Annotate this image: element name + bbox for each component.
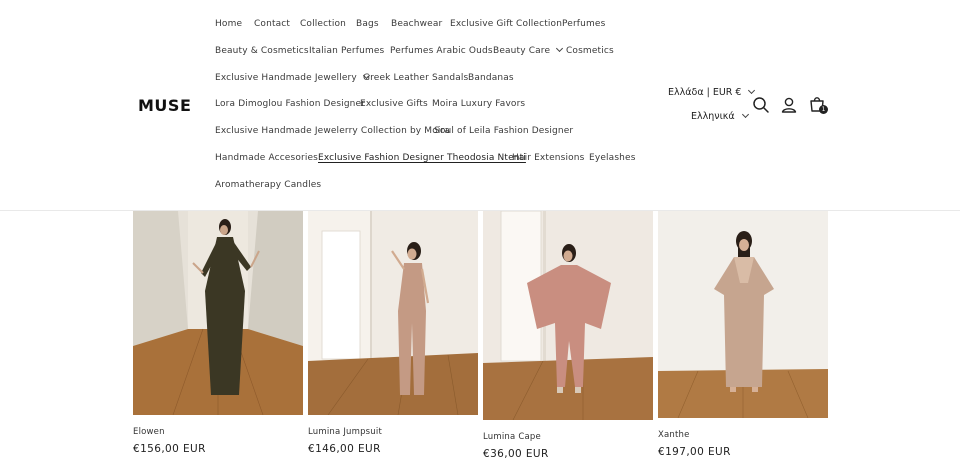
nav-item-home[interactable]: Home bbox=[215, 17, 242, 31]
nav-item-contact[interactable]: Contact bbox=[254, 17, 290, 31]
search-icon bbox=[753, 97, 769, 113]
nav-item-collection[interactable]: Collection bbox=[300, 17, 346, 31]
nav-item-aromatherapy-candles[interactable]: Aromatherapy Candles bbox=[215, 178, 321, 192]
product-title[interactable]: Elowen bbox=[133, 427, 165, 437]
nav-item-perfumes[interactable]: Perfumes bbox=[562, 17, 605, 31]
language-label: Ελληνικά bbox=[691, 111, 735, 122]
product-title[interactable]: Lumina Cape bbox=[483, 432, 541, 442]
chevron-down-icon bbox=[556, 44, 564, 53]
nav-item-exclusive-jewelerry-moira[interactable]: Exclusive Handmade Jewelerry Collection … bbox=[215, 124, 450, 138]
brand-logo[interactable]: MUSE bbox=[138, 96, 191, 115]
nav-item-bags[interactable]: Bags bbox=[356, 17, 379, 31]
cart-button[interactable]: 1 bbox=[807, 94, 828, 114]
nav-item-exclusive-handmade-jewellery[interactable]: Exclusive Handmade Jewellery bbox=[215, 71, 370, 85]
nav-item-hair-extensions[interactable]: Hair Extensions bbox=[512, 151, 584, 165]
nav-item-exclusive-handmade-jewellery-label: Exclusive Handmade Jewellery bbox=[215, 73, 357, 83]
language-selector[interactable]: Ελληνικά bbox=[691, 110, 749, 124]
product-image[interactable] bbox=[133, 211, 303, 415]
nav-item-cosmetics[interactable]: Cosmetics bbox=[566, 44, 614, 58]
nav-item-exclusive-gifts[interactable]: Exclusive Gifts bbox=[360, 97, 428, 111]
product-price: €36,00 EUR bbox=[483, 448, 549, 458]
product-image[interactable] bbox=[308, 211, 478, 415]
country-currency-label: Ελλάδα | EUR € bbox=[668, 87, 742, 98]
nav-item-beauty-care[interactable]: Beauty Care bbox=[493, 44, 564, 58]
nav-item-beauty-care-label: Beauty Care bbox=[493, 46, 551, 56]
product-image[interactable] bbox=[483, 211, 653, 420]
account-icon bbox=[781, 97, 797, 113]
search-button[interactable] bbox=[751, 95, 771, 115]
nav-item-perfumes-arabic-ouds[interactable]: Perfumes Arabic Ouds bbox=[390, 44, 493, 58]
product-title[interactable]: Xanthe bbox=[658, 430, 690, 440]
nav-item-beachwear[interactable]: Beachwear bbox=[391, 17, 442, 31]
nav-item-italian-perfumes[interactable]: Italian Perfumes bbox=[309, 44, 384, 58]
product-price: €197,00 EUR bbox=[658, 446, 731, 458]
nav-item-greek-leather-sandals[interactable]: Greek Leather Sandals bbox=[363, 71, 468, 85]
nav-item-theodosia-ntenti[interactable]: Exclusive Fashion Designer Theodosia Nte… bbox=[318, 151, 526, 165]
nav-item-bandanas[interactable]: Bandanas bbox=[468, 71, 514, 85]
nav-item-soul-of-leila[interactable]: Soul of Leila Fashion Designer bbox=[434, 124, 573, 138]
nav-item-exclusive-gift-collection[interactable]: Exclusive Gift Collection bbox=[450, 17, 562, 31]
chevron-down-icon bbox=[741, 110, 749, 119]
product-price: €146,00 EUR bbox=[308, 443, 381, 455]
nav-item-handmade-accesories[interactable]: Handmade Accesories bbox=[215, 151, 318, 165]
cart-count-badge: 1 bbox=[819, 105, 828, 114]
site-header: MUSE Home Contact Collection Bags Beachw… bbox=[0, 0, 960, 211]
nav-item-moira-luxury-favors[interactable]: Moira Luxury Favors bbox=[432, 97, 525, 111]
country-currency-selector[interactable]: Ελλάδα | EUR € bbox=[668, 86, 756, 100]
product-title[interactable]: Lumina Jumpsuit bbox=[308, 427, 382, 437]
product-image[interactable] bbox=[658, 211, 828, 418]
nav-item-beauty-cosmetics[interactable]: Beauty & Cosmetics bbox=[215, 44, 309, 58]
chevron-down-icon bbox=[748, 86, 756, 95]
account-button[interactable] bbox=[779, 95, 799, 115]
nav-item-lora-dimoglou[interactable]: Lora Dimoglou Fashion Designer bbox=[215, 97, 365, 111]
product-price: €156,00 EUR bbox=[133, 443, 206, 455]
nav-item-eyelashes[interactable]: Eyelashes bbox=[589, 151, 636, 165]
